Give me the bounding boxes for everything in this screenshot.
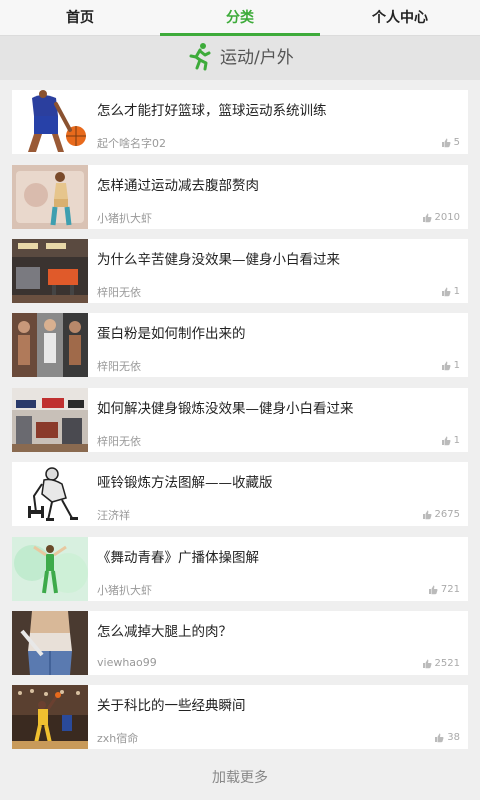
item-title: 为什么辛苦健身没效果—健身小白看过来: [97, 252, 340, 268]
like-count: 1: [441, 435, 460, 446]
thumbs-up-icon: [441, 361, 451, 370]
thumbs-up-icon: [422, 659, 432, 668]
item-author: viewhao99: [97, 656, 157, 669]
fitness-models-thumbnail: [12, 313, 88, 377]
thumbs-up-icon: [428, 585, 438, 594]
list-item[interactable]: 怎么减掉大腿上的肉？ viewhao99 2521: [12, 611, 468, 675]
gymnastics-thumbnail: [12, 537, 88, 601]
like-count-value: 5: [453, 137, 460, 148]
tab-category[interactable]: 分类: [160, 0, 320, 36]
thumbs-up-icon: [441, 287, 451, 296]
tab-home[interactable]: 首页: [0, 0, 160, 36]
thigh-thumbnail: [12, 611, 88, 675]
list-item[interactable]: 《舞动青春》广播体操图解 小猪扒大虾 721: [12, 537, 468, 601]
item-author: 起个啥名字02: [97, 137, 166, 150]
like-count: 2675: [422, 509, 460, 520]
thumbs-up-icon: [435, 733, 444, 742]
gym-equipment-thumbnail: [12, 239, 88, 303]
thumbs-up-icon: [422, 213, 432, 222]
woman-fitness-thumbnail: [12, 165, 88, 229]
list-item[interactable]: 如何解决健身锻炼没效果—健身小白看过来 梓阳无依 1: [12, 388, 468, 452]
item-title: 怎样通过运动减去腹部赘肉: [97, 178, 259, 194]
list-item[interactable]: 怎样通过运动减去腹部赘肉 小猪扒大虾 2010: [12, 165, 468, 229]
item-title: 蛋白粉是如何制作出来的: [97, 326, 246, 342]
list-item[interactable]: 蛋白粉是如何制作出来的 梓阳无依 1: [12, 313, 468, 377]
list-item[interactable]: 为什么辛苦健身没效果—健身小白看过来 梓阳无依 1: [12, 239, 468, 303]
like-count-value: 38: [447, 732, 460, 743]
like-count-value: 1: [453, 286, 460, 297]
item-author: 梓阳无依: [97, 360, 141, 373]
like-count: 38: [434, 732, 460, 743]
item-author: 汪济祥: [97, 509, 130, 522]
basketball-player-thumbnail: [12, 90, 88, 154]
item-author: zxh宿命: [97, 732, 139, 745]
like-count: 1: [441, 360, 460, 371]
like-count: 2521: [422, 658, 460, 669]
list-item[interactable]: 关于科比的一些经典瞬间 zxh宿命 38: [12, 685, 468, 749]
item-author: 梓阳无依: [97, 435, 141, 448]
like-count-value: 2675: [434, 509, 460, 520]
like-count-value: 721: [440, 584, 460, 595]
item-author: 梓阳无依: [97, 286, 141, 299]
like-count-value: 2521: [434, 658, 460, 669]
category-title: 运动/户外: [220, 48, 294, 68]
like-count-value: 1: [453, 360, 460, 371]
load-more-button[interactable]: 加载更多: [0, 760, 480, 796]
item-title: 《舞动青春》广播体操图解: [97, 550, 259, 566]
thumbs-up-icon: [441, 138, 451, 147]
running-person-icon: [189, 43, 211, 71]
list-item[interactable]: 怎么才能打好篮球，篮球运动系统训练 起个啥名字02 5: [12, 90, 468, 154]
item-title: 如何解决健身锻炼没效果—健身小白看过来: [97, 401, 354, 417]
like-count: 5: [441, 137, 460, 148]
like-count: 1: [441, 286, 460, 297]
item-author: 小猪扒大虾: [97, 584, 152, 597]
like-count: 2010: [422, 212, 460, 223]
dumbbell-exercise-thumbnail: [12, 462, 88, 526]
like-count-value: 2010: [434, 212, 460, 223]
tab-profile[interactable]: 个人中心: [320, 0, 480, 36]
item-author: 小猪扒大虾: [97, 212, 152, 225]
category-header: 运动/户外: [0, 36, 480, 80]
item-title: 关于科比的一些经典瞬间: [97, 698, 246, 714]
like-count: 721: [428, 584, 460, 595]
list-item[interactable]: 哑铃锻炼方法图解——收藏版 汪济祥 2675: [12, 462, 468, 526]
like-count-value: 1: [453, 435, 460, 446]
item-title: 哑铃锻炼方法图解——收藏版: [97, 475, 273, 491]
item-title: 怎么才能打好篮球，篮球运动系统训练: [97, 103, 327, 119]
item-title: 怎么减掉大腿上的肉？: [97, 624, 232, 640]
gym-interior-thumbnail: [12, 388, 88, 452]
kobe-basketball-thumbnail: [12, 685, 88, 749]
thumbs-up-icon: [422, 510, 432, 519]
top-tab-bar: 首页 分类 个人中心: [0, 0, 480, 36]
thumbs-up-icon: [441, 436, 451, 445]
